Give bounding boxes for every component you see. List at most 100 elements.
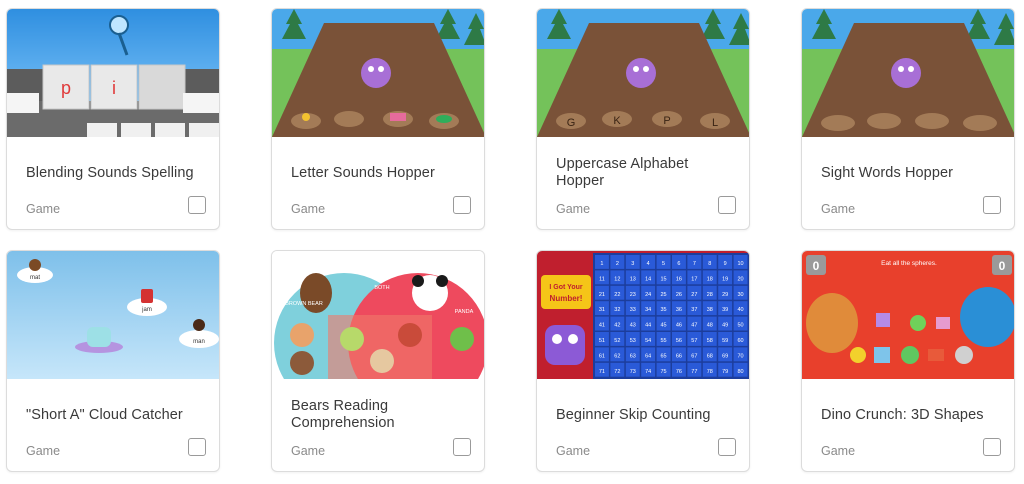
venn-label: BOTH — [374, 285, 389, 291]
grid-number: 32 — [614, 307, 620, 313]
grid-number: 63 — [630, 353, 636, 359]
grid-number: 74 — [645, 369, 651, 375]
grid-number: 46 — [676, 323, 682, 329]
letter-sounds-hopper-image[interactable] — [272, 9, 484, 137]
game-title[interactable]: Uppercase Alphabet Hopper — [556, 153, 736, 193]
grid-number: 14 — [645, 276, 651, 282]
grid-number: 52 — [614, 338, 620, 344]
grid-number: 5 — [662, 261, 665, 267]
grid-number: 57 — [691, 338, 697, 344]
grid-number: 53 — [630, 338, 636, 344]
grid-number: 34 — [645, 307, 651, 313]
game-title-text[interactable]: Letter Sounds Hopper — [291, 165, 435, 182]
game-title[interactable]: Sight Words Hopper — [821, 153, 1001, 193]
grid-number: 49 — [722, 323, 728, 329]
grid-number: 26 — [676, 292, 682, 298]
grid-number: 67 — [691, 353, 697, 359]
grid-number: 55 — [660, 338, 666, 344]
grid-number: 29 — [722, 292, 728, 298]
select-checkbox[interactable] — [718, 438, 736, 456]
grid-number: 50 — [737, 323, 743, 329]
grid-number: 77 — [691, 369, 697, 375]
game-title[interactable]: Dino Crunch: 3D Shapes — [821, 395, 1001, 435]
game-title-text[interactable]: Blending Sounds Spelling — [26, 165, 194, 182]
grid-number: 73 — [630, 369, 636, 375]
grid-number: 9 — [724, 261, 727, 267]
grid-number: 59 — [722, 338, 728, 344]
dino-crunch-3d-shapes-image[interactable]: 0 0 Eat all the spheres. — [802, 251, 1014, 379]
game-type-label: Game — [556, 202, 591, 216]
blending-sounds-spelling-image[interactable]: p i — [7, 9, 219, 137]
grid-number: 62 — [614, 353, 620, 359]
game-title-text[interactable]: Uppercase Alphabet Hopper — [556, 156, 736, 190]
grid-number: 20 — [737, 276, 743, 282]
grid-number: 40 — [737, 307, 743, 313]
grid-number: 68 — [707, 353, 713, 359]
uppercase-alphabet-hopper-image[interactable]: G K P L — [537, 9, 749, 137]
grid-number: 1 — [600, 261, 603, 267]
game-card-sight-words-hopper[interactable]: Sight Words Hopper Game — [801, 8, 1015, 230]
select-checkbox[interactable] — [983, 438, 1001, 456]
grid-number: 38 — [707, 307, 713, 313]
grid-number: 47 — [691, 323, 697, 329]
grid-number: 41 — [599, 323, 605, 329]
game-type-label: Game — [291, 444, 326, 458]
game-card-beginner-skip-counting[interactable]: 1 2 3 4 5 6 7 8 9 10 11 12 13 14 15 16 17 18 19 20 21 22 23 24 2… — [536, 250, 750, 472]
grid-number: 28 — [707, 292, 713, 298]
game-title-text[interactable]: "Short A" Cloud Catcher — [26, 407, 183, 424]
game-title-text[interactable]: Sight Words Hopper — [821, 165, 953, 182]
grid-number: 30 — [737, 292, 743, 298]
game-title-text[interactable]: Bears Reading Comprehension — [291, 398, 471, 432]
grid-number: 72 — [614, 369, 620, 375]
game-type-label: Game — [26, 202, 61, 216]
dino-instruction: Eat all the spheres. — [881, 260, 937, 267]
stone-letter: P — [663, 115, 670, 127]
game-card-dino-crunch-3d-shapes[interactable]: 0 0 Eat all the spheres. Dino Crunch: 3D… — [801, 250, 1015, 472]
grid-number: 22 — [614, 292, 620, 298]
game-card-uppercase-alphabet-hopper[interactable]: G K P L Uppercase Alphabet Hopper Game — [536, 8, 750, 230]
bears-reading-comprehension-image[interactable]: BROWN BEAR BOTH PANDA — [272, 251, 484, 379]
game-card-blending-sounds-spelling[interactable]: p i Blending Sounds Spelling Game — [6, 8, 220, 230]
tile-p: p — [61, 78, 71, 98]
grid-number: 18 — [707, 276, 713, 282]
game-type-label: Game — [26, 444, 61, 458]
short-a-cloud-catcher-image[interactable]: mat jam man — [7, 251, 219, 379]
game-card-bears-reading-comprehension[interactable]: BROWN BEAR BOTH PANDA Bears Reading Comp… — [271, 250, 485, 472]
grid-number: 71 — [599, 369, 605, 375]
select-checkbox[interactable] — [983, 196, 1001, 214]
grid-number: 7 — [693, 261, 696, 267]
grid-number: 24 — [645, 292, 651, 298]
grid-number: 6 — [677, 261, 680, 267]
select-checkbox[interactable] — [453, 438, 471, 456]
cloud-word: mat — [30, 275, 40, 281]
game-type-label: Game — [556, 444, 591, 458]
game-title-text[interactable]: Dino Crunch: 3D Shapes — [821, 407, 984, 424]
game-title[interactable]: Blending Sounds Spelling — [26, 153, 206, 193]
game-card-short-a-cloud-catcher[interactable]: mat jam man "Short A" Cloud Catcher Game — [6, 250, 220, 472]
grid-number: 12 — [614, 276, 620, 282]
grid-number: 80 — [737, 369, 743, 375]
select-checkbox[interactable] — [718, 196, 736, 214]
game-title[interactable]: Letter Sounds Hopper — [291, 153, 471, 193]
stone-letter: G — [567, 117, 576, 129]
game-title[interactable]: Bears Reading Comprehension — [291, 395, 471, 435]
grid-number: 8 — [708, 261, 711, 267]
cloud-word: jam — [141, 307, 152, 313]
game-title[interactable]: "Short A" Cloud Catcher — [26, 395, 206, 435]
select-checkbox[interactable] — [188, 196, 206, 214]
venn-label: PANDA — [455, 309, 474, 315]
grid-number: 31 — [599, 307, 605, 313]
game-title-text[interactable]: Beginner Skip Counting — [556, 407, 711, 424]
game-title[interactable]: Beginner Skip Counting — [556, 395, 736, 435]
grid-number: 39 — [722, 307, 728, 313]
game-card-letter-sounds-hopper[interactable]: Letter Sounds Hopper Game — [271, 8, 485, 230]
grid-number: 51 — [599, 338, 605, 344]
beginner-skip-counting-image[interactable]: 1 2 3 4 5 6 7 8 9 10 11 12 13 14 15 16 17 18 19 20 21 22 23 24 2… — [537, 251, 749, 379]
grid-number: 60 — [737, 338, 743, 344]
cloud-word: man — [193, 339, 205, 345]
score-right: 0 — [999, 259, 1006, 273]
select-checkbox[interactable] — [188, 438, 206, 456]
grid-number: 42 — [614, 323, 620, 329]
sight-words-hopper-image[interactable] — [802, 9, 1014, 137]
select-checkbox[interactable] — [453, 196, 471, 214]
